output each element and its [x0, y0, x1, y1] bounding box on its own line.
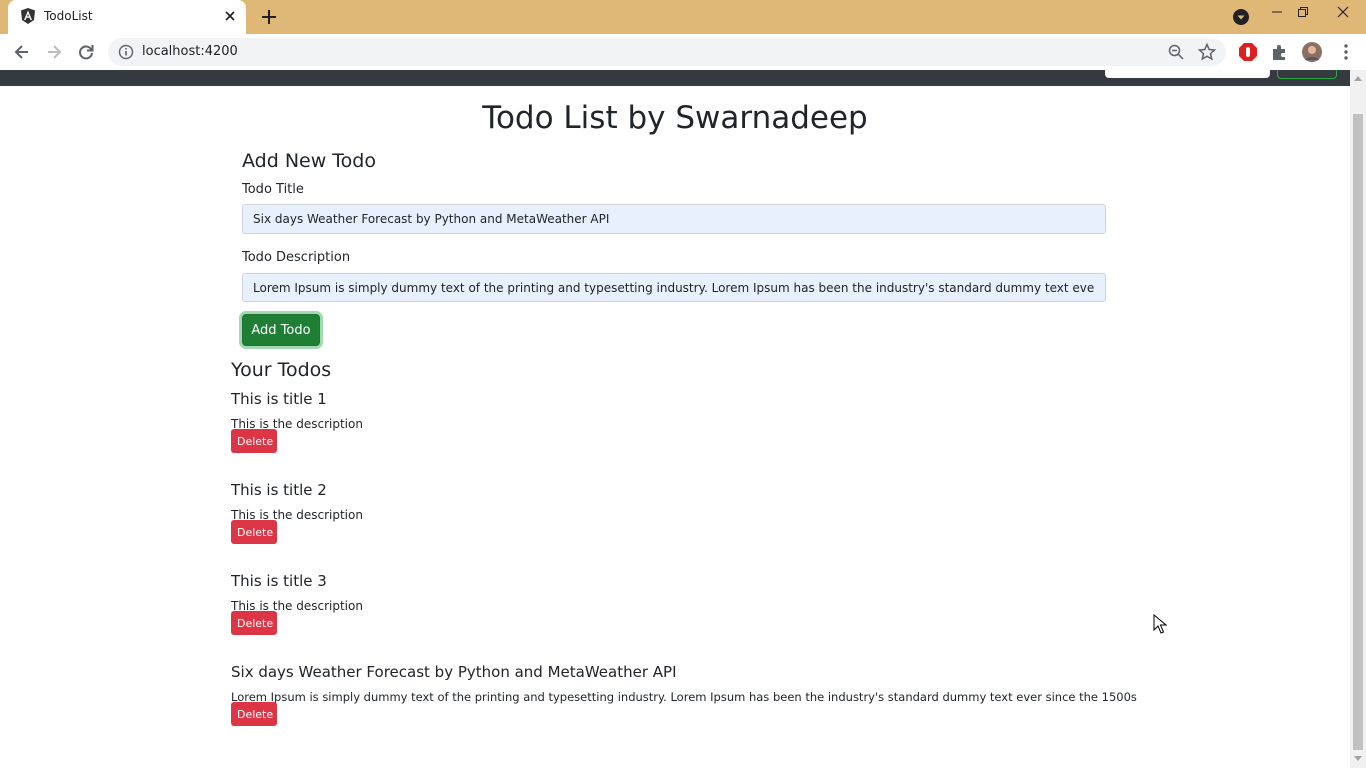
tab-title: TodoList [44, 9, 93, 23]
navbar-search-input[interactable] [1105, 70, 1270, 78]
todo-item: Six days Weather Forecast by Python and … [231, 663, 1137, 726]
navbar-search-button[interactable] [1277, 70, 1337, 79]
zoom-icon[interactable] [1168, 44, 1184, 60]
delete-button[interactable]: Delete [231, 520, 277, 544]
info-icon[interactable] [118, 44, 134, 60]
vertical-scrollbar[interactable] [1350, 70, 1366, 768]
close-window-button[interactable] [1320, 0, 1366, 24]
close-icon[interactable] [222, 8, 238, 24]
add-todo-form: Add New Todo Todo Title Todo Description… [242, 150, 1108, 346]
todo-item: This is title 2 This is the description … [231, 481, 363, 544]
todo-title-label: Todo Title [242, 182, 304, 197]
todo-title: Six days Weather Forecast by Python and … [231, 663, 677, 681]
todo-item: This is title 3 This is the description … [231, 572, 363, 635]
close-window-icon [1337, 6, 1349, 18]
todo-title: This is title 2 [231, 481, 327, 499]
todo-title: This is title 3 [231, 572, 327, 590]
page-viewport: Todo List by Swarnadeep Add New Todo Tod… [0, 70, 1350, 768]
delete-button[interactable]: Delete [231, 429, 277, 453]
reload-icon[interactable] [76, 42, 96, 62]
todo-title-input[interactable] [242, 204, 1106, 234]
your-todos-heading: Your Todos [231, 359, 332, 381]
angular-icon [21, 8, 35, 24]
tab-strip: TodoList [0, 0, 1366, 34]
toolbar: localhost:4200 [0, 34, 1366, 71]
avatar[interactable] [1302, 42, 1322, 62]
mouse-cursor-icon [1153, 614, 1167, 634]
tab-search-icon[interactable] [1232, 8, 1250, 26]
delete-button[interactable]: Delete [231, 702, 277, 726]
page-title: Todo List by Swarnadeep [482, 100, 868, 136]
app-navbar [0, 70, 1350, 86]
add-todo-heading: Add New Todo [242, 150, 376, 172]
todo-item: This is title 1 This is the description … [231, 390, 363, 453]
add-todo-button[interactable]: Add Todo [242, 314, 320, 346]
back-icon[interactable] [12, 42, 32, 62]
scrollbar-thumb[interactable] [1353, 114, 1363, 750]
new-tab-icon[interactable] [260, 8, 278, 26]
scroll-down-icon[interactable] [1354, 756, 1362, 761]
delete-button[interactable]: Delete [231, 611, 277, 635]
restore-icon [1298, 7, 1308, 17]
extensions-puzzle-icon[interactable] [1270, 42, 1290, 62]
menu-kebab-icon[interactable] [1336, 42, 1356, 62]
browser-tab[interactable]: TodoList [8, 0, 246, 34]
todo-title: This is title 1 [231, 390, 327, 408]
scroll-up-icon[interactable] [1354, 76, 1362, 81]
todo-description-label: Todo Description [242, 250, 351, 265]
address-bar[interactable]: localhost:4200 [108, 38, 1226, 66]
adblock-extension-icon[interactable] [1238, 42, 1258, 62]
bookmark-star-icon[interactable] [1198, 43, 1216, 61]
url-text: localhost:4200 [142, 44, 238, 59]
todo-description: Lorem Ipsum is simply dummy text of the … [231, 690, 1137, 704]
todo-description-input[interactable] [242, 273, 1106, 302]
forward-icon[interactable] [44, 42, 64, 62]
